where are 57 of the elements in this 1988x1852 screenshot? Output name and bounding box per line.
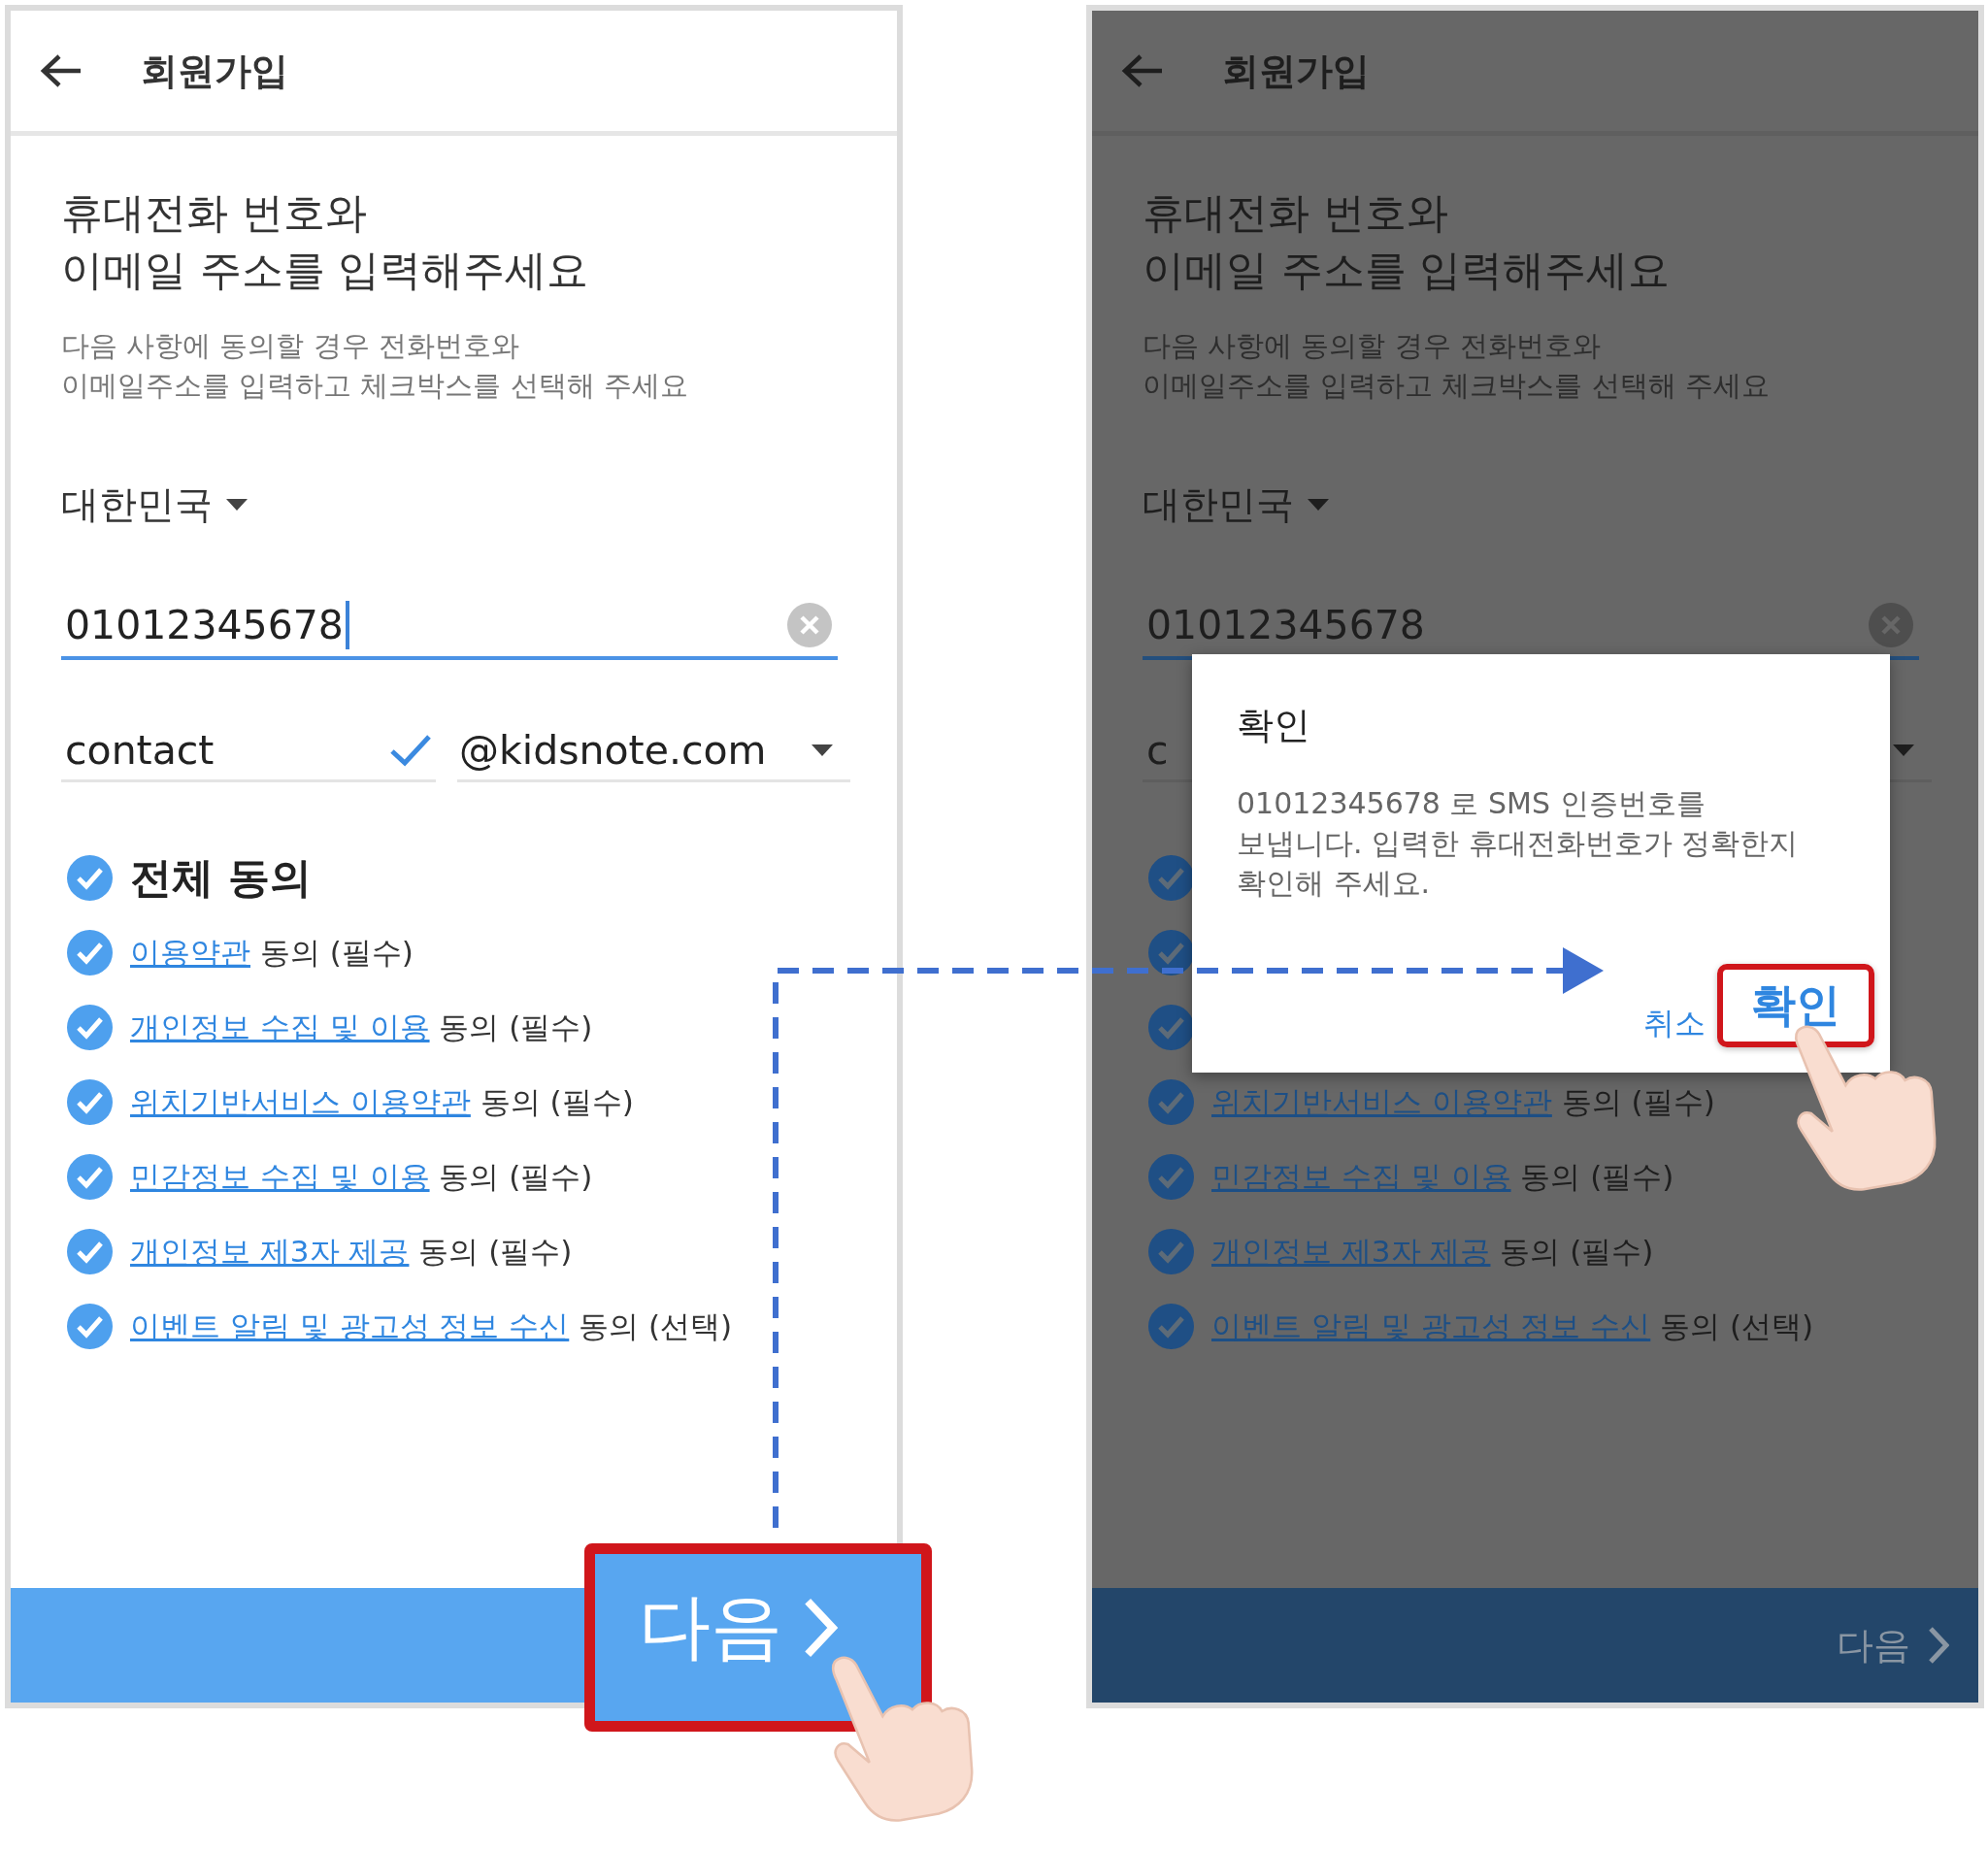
- instructions: 다음 사항에 동의할 경우 전화번호와 이메일주소를 입력하고 체크박스를 선택해 주세요: [61, 328, 688, 404]
- chevron-right-icon: [802, 1597, 839, 1659]
- screen-title: 회원가입: [1222, 48, 1370, 94]
- email-domain-dropdown[interactable]: @kidsnote.com: [457, 720, 850, 782]
- checked-circle-icon[interactable]: [1148, 1154, 1194, 1200]
- caret-icon: [226, 499, 248, 511]
- checked-circle-icon[interactable]: [67, 1154, 113, 1200]
- checked-circle-icon[interactable]: [67, 1304, 113, 1349]
- checked-circle-icon[interactable]: [67, 1229, 113, 1274]
- checked-circle-icon[interactable]: [1148, 855, 1194, 901]
- checked-circle-icon[interactable]: [67, 1005, 113, 1050]
- agreement-label: 민감정보 수집 및 이용 동의 (필수): [1211, 1157, 1674, 1196]
- checked-circle-icon[interactable]: [67, 1079, 113, 1125]
- instructions: 다음 사항에 동의할 경우 전화번호와 이메일주소를 입력하고 체크박스를 선택해 주세요: [1143, 328, 1770, 404]
- phone-number-field[interactable]: 01012345678: [61, 594, 838, 660]
- dialog-title: 확인: [1237, 703, 1311, 748]
- email-id-field[interactable]: contact: [61, 720, 436, 782]
- agreement-label: 개인정보 제3자 제공 동의 (필수): [1211, 1232, 1654, 1271]
- country-dropdown[interactable]: 대한민국: [1143, 480, 1329, 530]
- clear-icon[interactable]: [787, 603, 832, 647]
- checked-circle-icon[interactable]: [67, 930, 113, 976]
- agreement-label: 개인정보 제3자 제공 동의 (필수): [130, 1232, 573, 1271]
- terms-link[interactable]: 이용약관: [130, 934, 250, 970]
- caret-icon: [1308, 499, 1329, 511]
- agreement-label: 이용약관 동의 (필수): [130, 933, 414, 972]
- checked-circle-icon[interactable]: [1148, 930, 1194, 976]
- terms-link[interactable]: 이벤트 알림 및 광고성 정보 수신: [130, 1307, 570, 1343]
- terms-link[interactable]: 개인정보 수집 및 이용: [130, 1009, 430, 1044]
- checked-circle-icon[interactable]: [1148, 1079, 1194, 1125]
- cancel-button[interactable]: 취소: [1638, 1003, 1711, 1047]
- next-button[interactable]: 다음: [1837, 1620, 1949, 1670]
- agree-all-label: 전체 동의: [130, 851, 312, 904]
- agreement-label: 위치기반서비스 이용약관 동의 (필수): [130, 1082, 634, 1121]
- agreement-label: 이벤트 알림 및 광고성 정보 수신 동의 (선택): [130, 1306, 733, 1345]
- agreement-label: 민감정보 수집 및 이용 동의 (필수): [130, 1157, 593, 1196]
- next-button[interactable]: 다음: [584, 1543, 932, 1732]
- caret-icon: [812, 744, 833, 756]
- terms-link[interactable]: 위치기반서비스 이용약관: [130, 1083, 471, 1119]
- heading: 휴대전화 번호와 이메일 주소를 입력해주세요: [1143, 187, 1671, 296]
- dialog-message: 01012345678 로 SMS 인증번호를 보냅니다. 입력한 휴대전화번호가 정확한지 확인해 주세요.: [1237, 785, 1800, 902]
- country-dropdown[interactable]: 대한민국: [61, 480, 248, 530]
- chevron-right-icon: [1928, 1626, 1949, 1665]
- agreement-label: 이벤트 알림 및 광고성 정보 수신 동의 (선택): [1211, 1306, 1814, 1345]
- checked-circle-icon[interactable]: [1148, 1229, 1194, 1274]
- terms-link[interactable]: 개인정보 제3자 제공: [130, 1233, 410, 1269]
- checked-circle-icon[interactable]: [1148, 1304, 1194, 1349]
- checked-circle-icon[interactable]: [67, 855, 113, 901]
- agreement-label: 위치기반서비스 이용약관 동의 (필수): [1211, 1082, 1715, 1121]
- screen-title: 회원가입: [141, 48, 288, 94]
- agreement-label: 개인정보 수집 및 이용 동의 (필수): [130, 1008, 593, 1046]
- heading: 휴대전화 번호와 이메일 주소를 입력해주세요: [61, 187, 589, 296]
- back-arrow-icon[interactable]: [40, 53, 83, 88]
- clear-icon[interactable]: [1869, 603, 1913, 647]
- hand-pointer-icon: [831, 1656, 974, 1822]
- terms-link[interactable]: 민감정보 수집 및 이용: [130, 1158, 430, 1194]
- checked-circle-icon[interactable]: [1148, 1005, 1194, 1050]
- caret-icon: [1893, 744, 1914, 756]
